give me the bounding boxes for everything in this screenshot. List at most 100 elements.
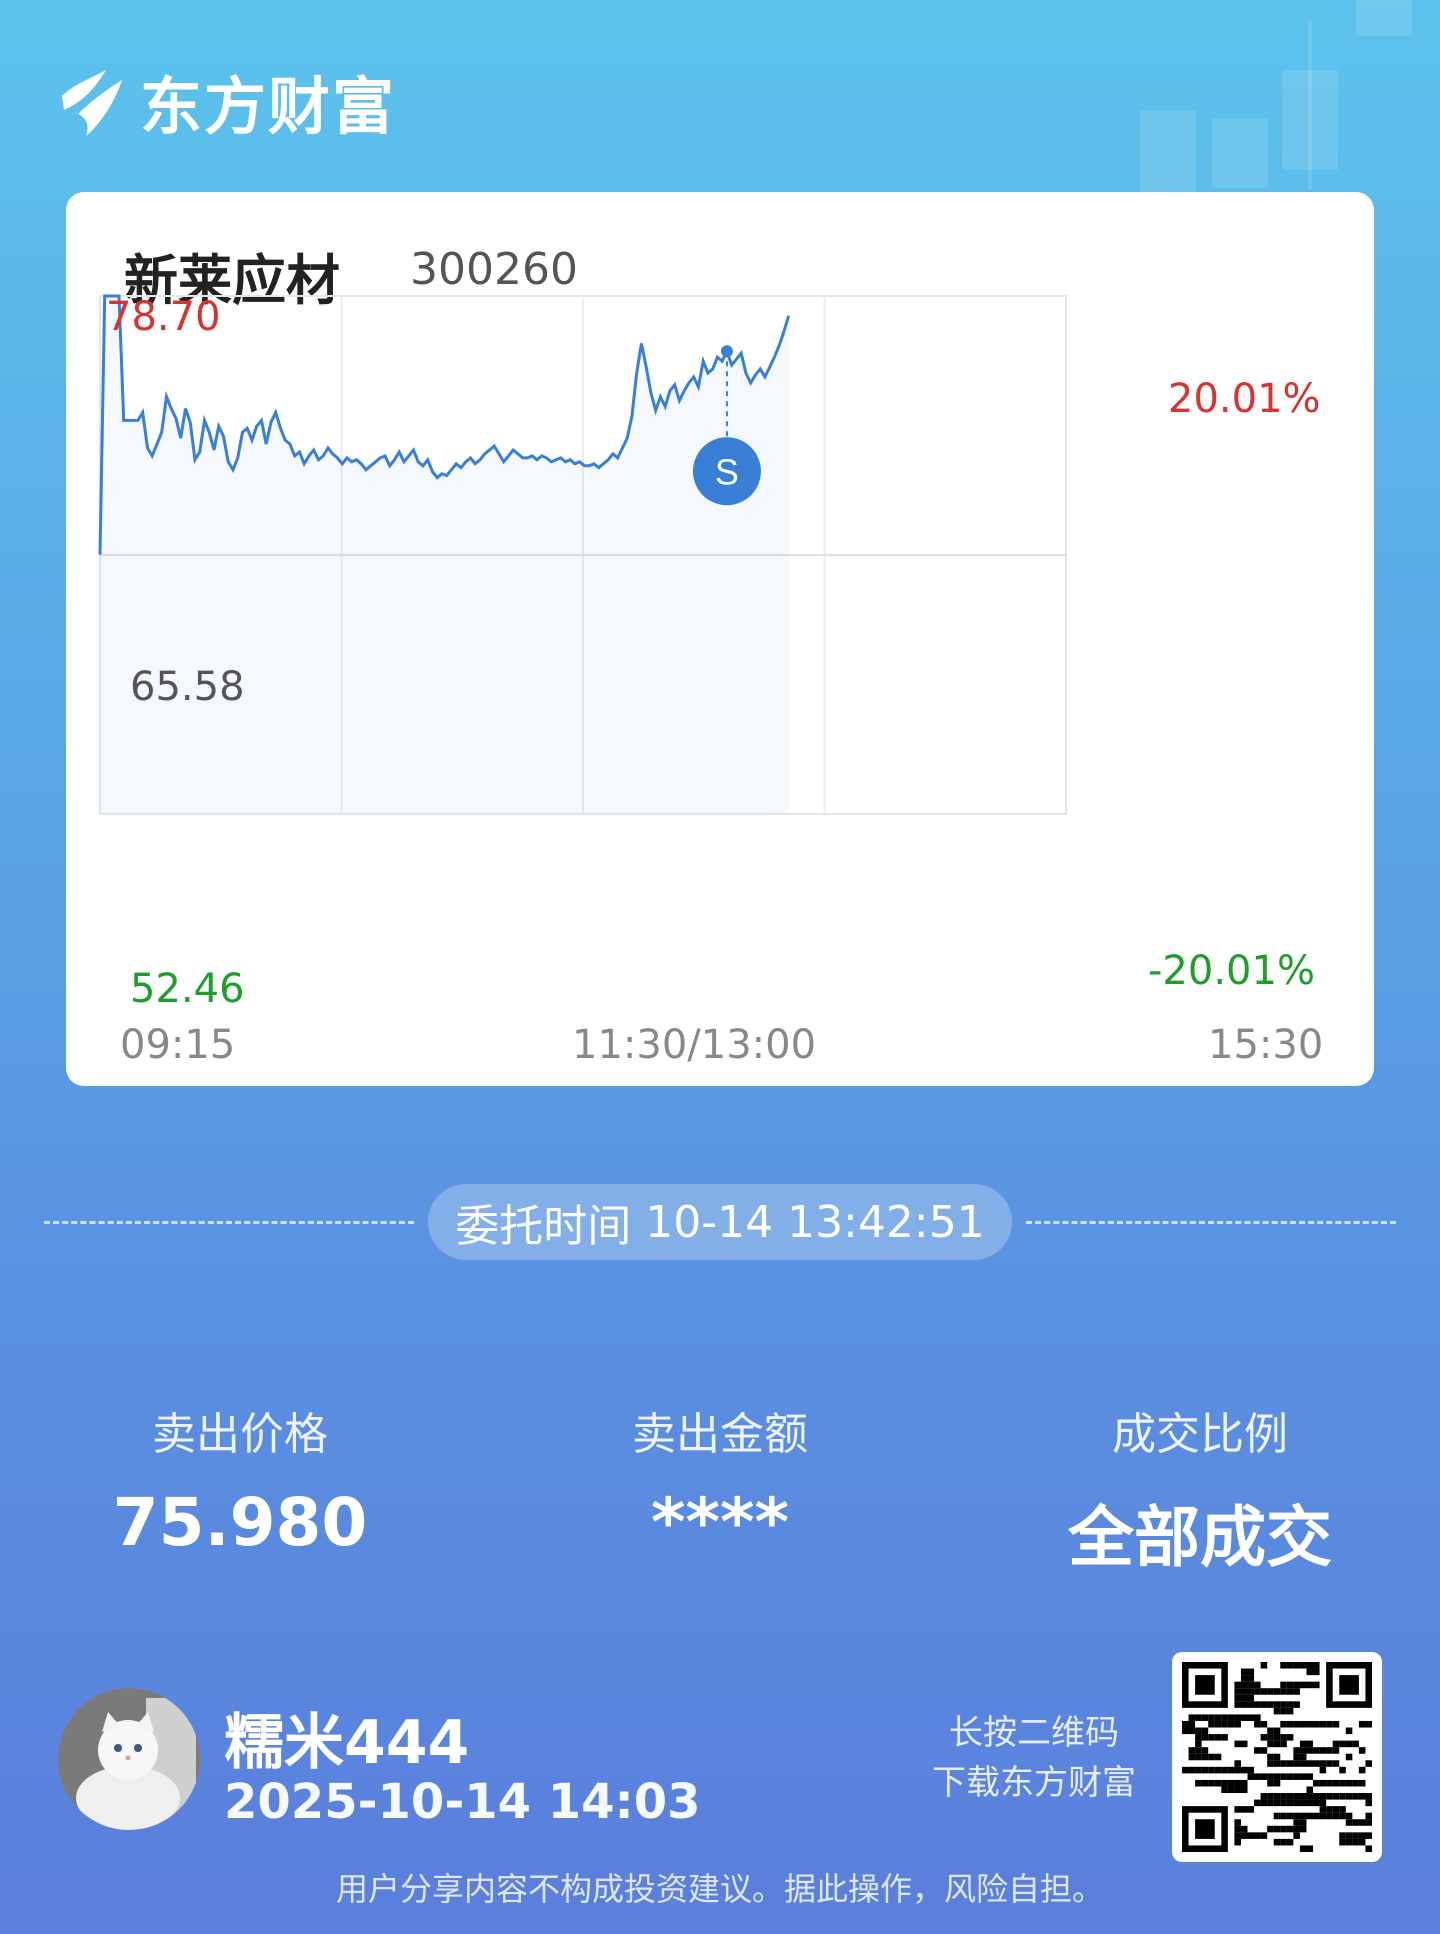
qr-module (1260, 1662, 1268, 1669)
qr-module (1313, 1720, 1320, 1728)
qr-module (1306, 1845, 1314, 1852)
qr-module (1240, 1766, 1248, 1774)
qr-module (1240, 1681, 1248, 1689)
qr-module (1365, 1812, 1372, 1820)
qr-module (1221, 1714, 1228, 1721)
qr-module (1240, 1825, 1248, 1833)
qr-module (1260, 1747, 1268, 1754)
qr-module (1332, 1740, 1340, 1748)
stat-value: 全部成交 (1068, 1499, 1332, 1576)
qr-module (1195, 1747, 1202, 1754)
qr-module (1273, 1812, 1281, 1820)
qr-module (1267, 1799, 1274, 1807)
qr-module (1293, 1773, 1300, 1780)
qr-code[interactable] (1172, 1652, 1382, 1862)
qr-module (1234, 1825, 1241, 1833)
qr-module (1188, 1747, 1196, 1754)
qr-module (1221, 1786, 1228, 1794)
qr-module (1267, 1727, 1274, 1735)
qr-module (1332, 1793, 1340, 1800)
stat-label: 卖出金额 (632, 1409, 808, 1460)
qr-module (1286, 1701, 1294, 1708)
qr-module (1182, 1727, 1189, 1735)
qr-module (1332, 1812, 1340, 1820)
qr-module (1345, 1832, 1353, 1839)
qr-module (1293, 1688, 1300, 1695)
qr-module (1280, 1812, 1287, 1820)
qr-module (1326, 1720, 1333, 1728)
qr-module (1254, 1747, 1261, 1754)
decorative-candle (1212, 118, 1268, 188)
qr-module (1319, 1806, 1327, 1813)
qr-module (1313, 1760, 1320, 1767)
qr-module (1365, 1793, 1372, 1800)
avatar[interactable] (58, 1688, 200, 1830)
qr-module (1221, 1734, 1228, 1741)
qr-module (1286, 1688, 1294, 1695)
qr-module (1306, 1740, 1314, 1748)
qr-module (1286, 1734, 1294, 1741)
qr-module (1260, 1832, 1268, 1839)
qr-module (1273, 1838, 1281, 1846)
qr-module (1358, 1779, 1366, 1787)
stock-chart-card[interactable]: 新莱应材 300260 S 78.70 65.58 52.46 20.01% -… (66, 192, 1374, 1086)
qr-module (1247, 1832, 1255, 1839)
qr-module (1280, 1793, 1287, 1800)
qr-module (1201, 1766, 1209, 1774)
qr-module (1227, 1786, 1235, 1794)
qr-finder-center (1195, 1675, 1215, 1695)
qr-module (1273, 1734, 1281, 1741)
qr-module (1319, 1779, 1327, 1787)
qr-module (1313, 1793, 1320, 1800)
qr-hint-line1: 长按二维码 (949, 1713, 1119, 1753)
qr-module (1286, 1773, 1294, 1780)
qr-module (1188, 1753, 1196, 1761)
qr-module (1273, 1688, 1281, 1695)
stat-label: 卖出价格 (152, 1409, 328, 1460)
cat-photo-icon (58, 1688, 200, 1830)
qr-module (1345, 1812, 1353, 1820)
qr-module (1195, 1734, 1202, 1741)
qr-module (1326, 1760, 1333, 1767)
qr-module (1299, 1760, 1307, 1767)
qr-module (1234, 1832, 1241, 1839)
y-label-mid: 65.58 (130, 664, 245, 710)
qr-module (1352, 1740, 1359, 1748)
qr-module (1240, 1786, 1248, 1794)
qr-module (1286, 1793, 1294, 1800)
qr-module (1201, 1753, 1209, 1761)
stat-label: 成交比例 (1112, 1409, 1288, 1460)
qr-module (1332, 1779, 1340, 1787)
qr-module (1247, 1701, 1255, 1708)
qr-module (1254, 1681, 1261, 1689)
qr-module (1260, 1688, 1268, 1695)
qr-module (1267, 1793, 1274, 1800)
qr-module (1195, 1727, 1202, 1735)
qr-module (1188, 1714, 1196, 1721)
qr-module (1260, 1701, 1268, 1708)
qr-module (1358, 1766, 1366, 1774)
qr-hint-line2: 下载东方财富 (932, 1763, 1136, 1803)
divider-right (1026, 1221, 1396, 1224)
qr-module (1339, 1779, 1346, 1787)
qr-module (1280, 1720, 1287, 1728)
brand-name: 东方财富 (140, 70, 397, 143)
qr-module (1345, 1819, 1353, 1826)
qr-module (1345, 1779, 1353, 1787)
pct-label-low: -20.01% (1148, 948, 1315, 994)
qr-module (1221, 1766, 1228, 1774)
order-time-pill: 委托时间 10-14 13:42:51 (428, 1184, 1012, 1260)
qr-module (1254, 1832, 1261, 1839)
qr-module (1247, 1806, 1255, 1813)
qr-module (1365, 1760, 1372, 1767)
qr-module (1280, 1799, 1287, 1807)
qr-module (1221, 1720, 1228, 1728)
qr-module (1280, 1734, 1287, 1741)
qr-module (1339, 1766, 1346, 1774)
qr-module (1299, 1662, 1307, 1669)
qr-module (1326, 1793, 1333, 1800)
qr-module (1214, 1779, 1222, 1787)
qr-module (1208, 1779, 1215, 1787)
qr-module (1365, 1720, 1372, 1728)
qr-module (1365, 1799, 1372, 1807)
